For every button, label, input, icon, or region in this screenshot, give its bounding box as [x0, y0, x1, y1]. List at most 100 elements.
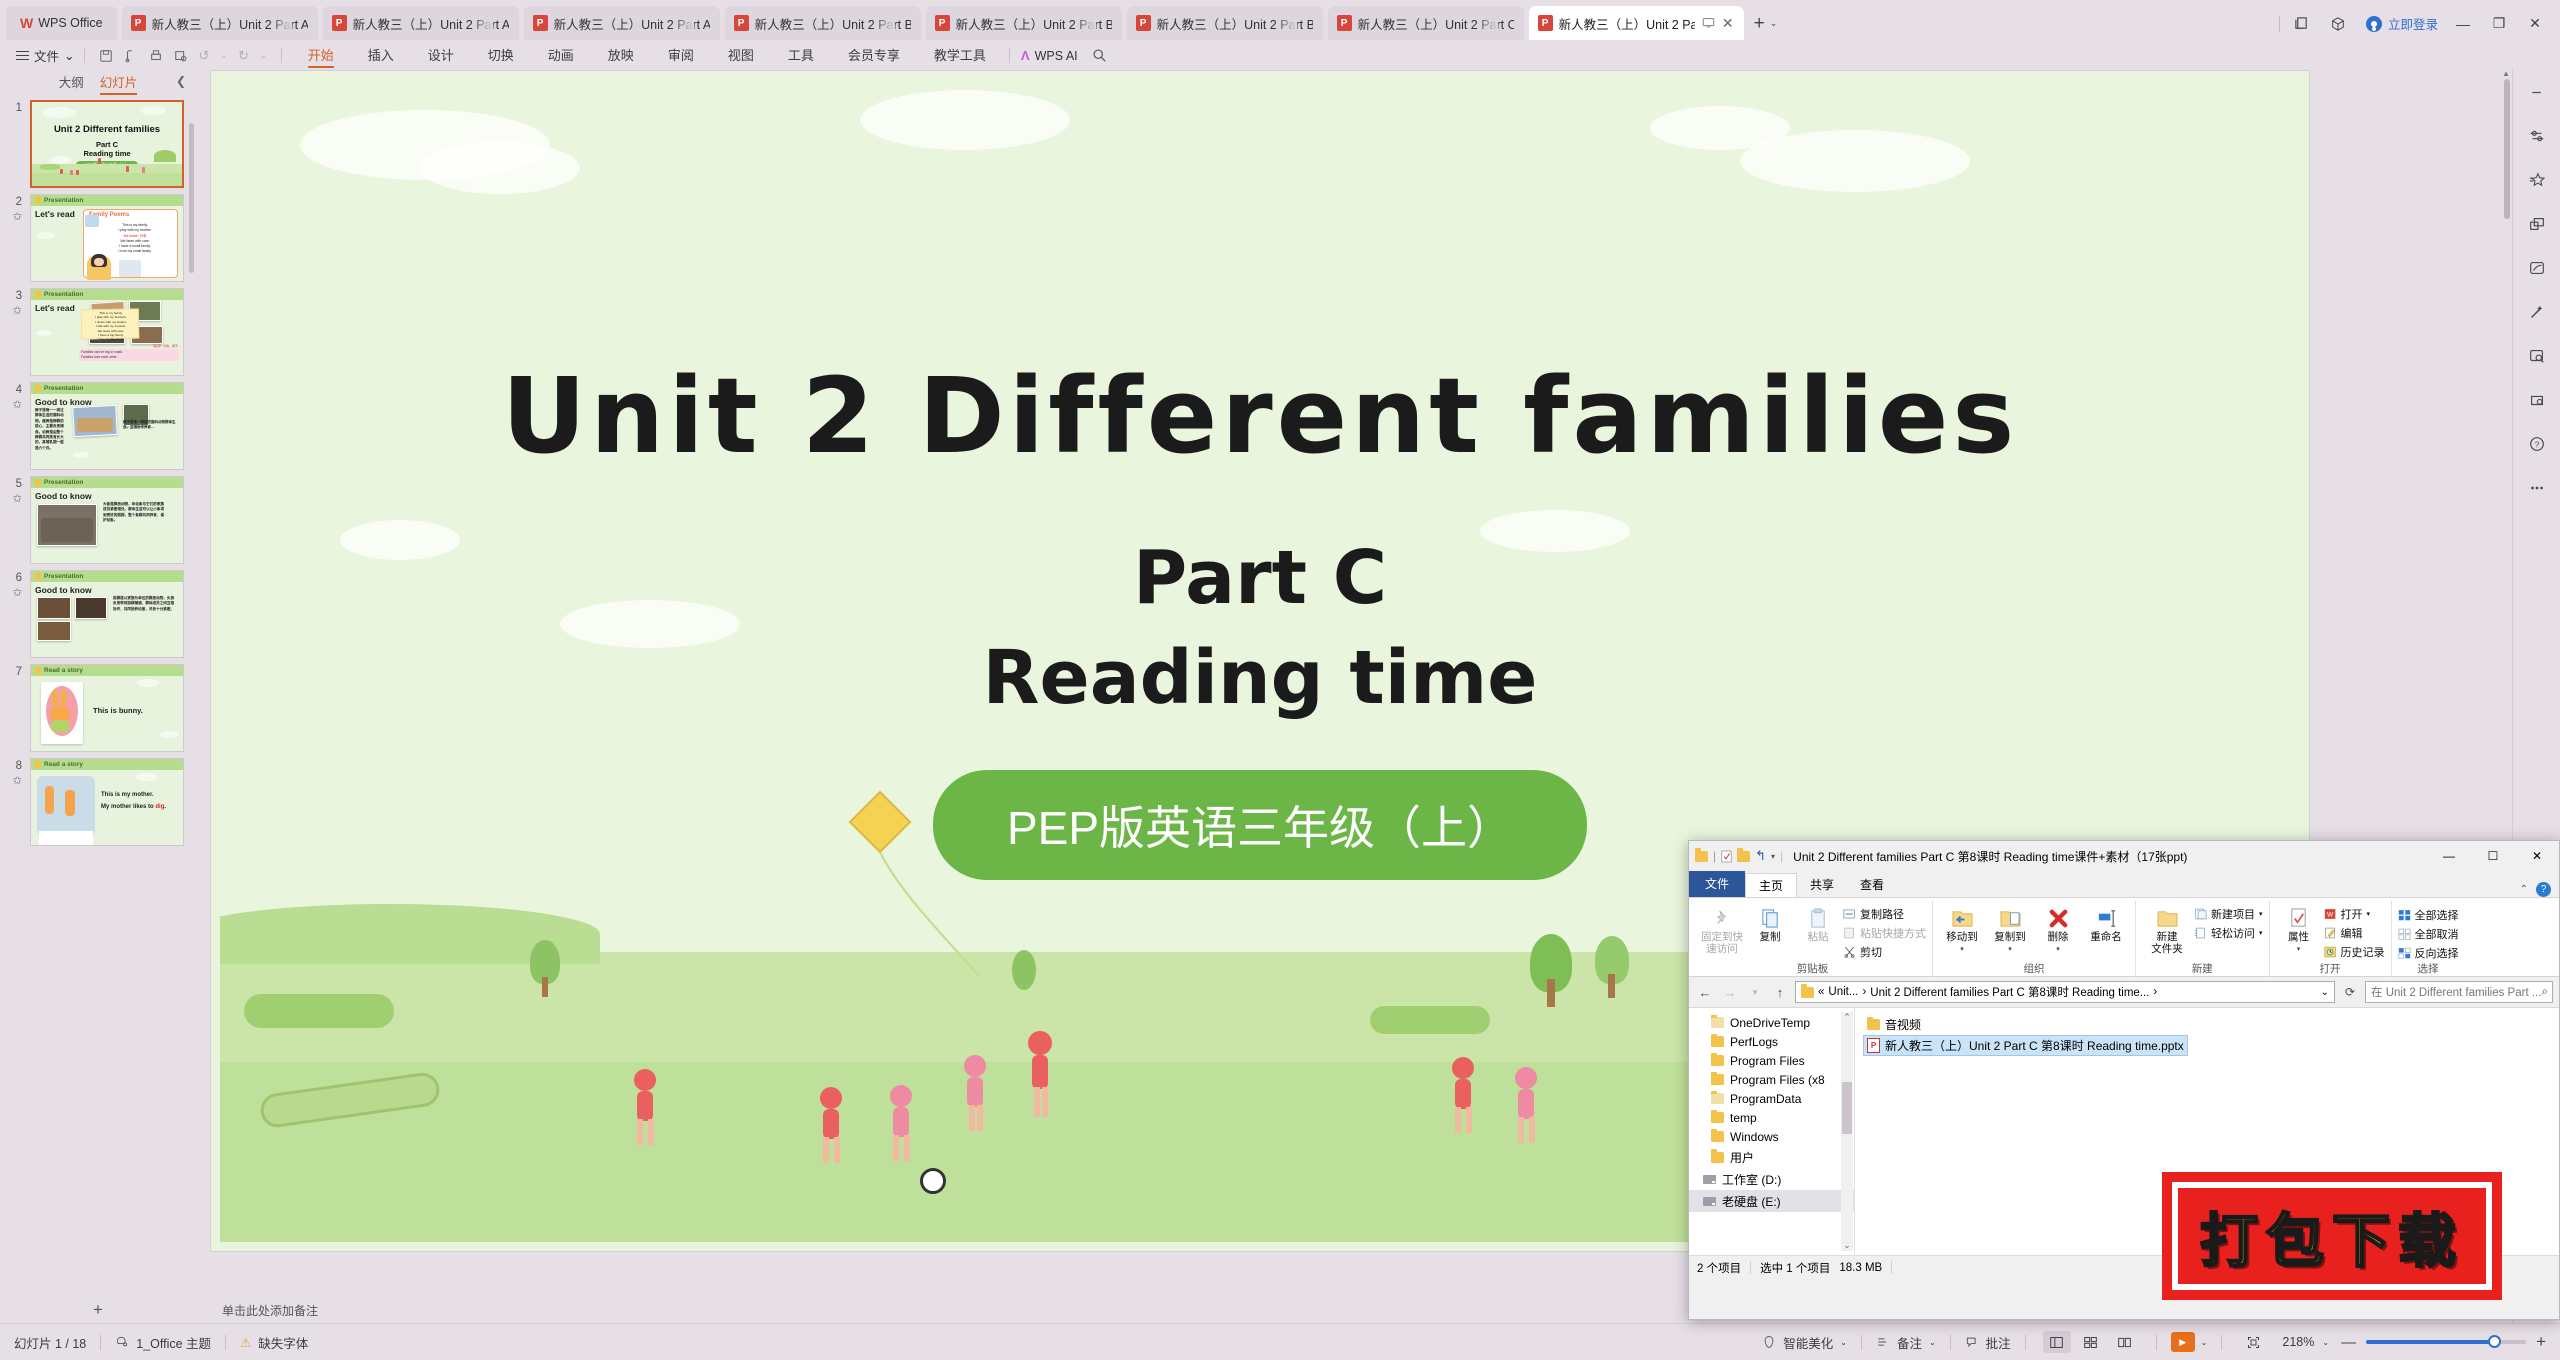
tab-outline[interactable]: 大纲 — [59, 72, 84, 91]
tab-review[interactable]: 审阅 — [651, 42, 711, 69]
save-icon[interactable] — [99, 49, 113, 63]
tab-insert[interactable]: 插入 — [351, 42, 411, 69]
leaf-design-icon[interactable] — [2522, 253, 2552, 283]
login-button[interactable]: 立即登录 — [2365, 14, 2438, 33]
breadcrumb-caret-icon[interactable]: ⌄ — [2321, 987, 2329, 998]
new-folder-button[interactable]: 新建 文件夹 — [2142, 901, 2192, 955]
properties-button[interactable]: 属性 ▾ — [2276, 901, 2322, 953]
breadcrumb-2[interactable]: Unit 2 Different families Part C 第8课时 Re… — [1870, 984, 2149, 1000]
document-tab[interactable]: P 新人教三（上）Unit 2 Part C 第7课时 — [1327, 6, 1524, 40]
explorer-nav-pane[interactable]: OneDriveTemp PerfLogs Program Files Prog… — [1689, 1008, 1855, 1255]
add-slide-button[interactable]: + — [0, 1297, 196, 1323]
minimize-window-button[interactable]: — — [2452, 16, 2474, 32]
edit-button[interactable]: 编辑 — [2324, 925, 2385, 941]
up-button[interactable]: ↑ — [1770, 985, 1790, 1000]
explorer-search-input[interactable]: 在 Unit 2 Different families Part ... ⌕ — [2365, 981, 2553, 1003]
animation-star-icon[interactable] — [2522, 165, 2552, 195]
thumbnail-item[interactable]: 6 ✩ Presentation Good to know 狼群是以家族为单位的… — [0, 567, 196, 661]
document-tab[interactable]: P 新人教三（上）Unit 2 Part B 第4课时 — [724, 6, 921, 40]
open-with-wps-button[interactable]: W 打开 ▾ — [2324, 906, 2385, 922]
move-to-button[interactable]: 移动到 ▾ — [1939, 901, 1985, 953]
caret-icon[interactable]: ▾ — [1960, 945, 1964, 953]
image-search-icon[interactable] — [2522, 341, 2552, 371]
new-folder-icon[interactable] — [1737, 848, 1751, 862]
nav-item[interactable]: PerfLogs — [1689, 1032, 1854, 1051]
minimize-panel-icon[interactable] — [2522, 77, 2552, 107]
thumbnail-item[interactable]: 4 ✩ Presentation Good to know 狮子是唯一一类过群体… — [0, 379, 196, 473]
caret-icon[interactable]: ▾ — [2008, 945, 2012, 953]
new-tab-icon[interactable]: + — [1754, 14, 1765, 33]
quick-access-more-icon[interactable]: ⌄ — [260, 51, 267, 60]
slide-thumbnail-3[interactable]: Presentation Let's read This is my famil… — [30, 288, 184, 376]
zoom-caret-icon[interactable]: ⌄ — [2322, 1338, 2329, 1347]
undo-caret-icon[interactable]: ⌄ — [220, 51, 227, 60]
tab-start[interactable]: 开始 — [291, 42, 351, 69]
explorer-tab-view[interactable]: 查看 — [1847, 873, 1897, 897]
thumbnail-scrollbar[interactable] — [189, 123, 194, 273]
beautify-button[interactable]: 智能美化 ⌄ — [1762, 1333, 1847, 1352]
refresh-button[interactable]: ⟳ — [2340, 985, 2360, 999]
zoom-level-label[interactable]: 218% — [2282, 1335, 2314, 1349]
wps-office-logo[interactable]: W WPS Office — [6, 6, 117, 40]
view-reading-button[interactable] — [2111, 1331, 2139, 1353]
slide-thumbnail-7[interactable]: Read a story This is bunny. — [30, 664, 184, 752]
view-sorter-button[interactable] — [2077, 1331, 2105, 1353]
explorer-minimize-button[interactable]: — — [2427, 842, 2471, 871]
customize-caret-icon[interactable]: ▾ — [1771, 852, 1775, 861]
nav-item[interactable]: ProgramData — [1689, 1089, 1854, 1108]
notes-button[interactable]: 备注 ⌄ — [1876, 1333, 1936, 1352]
document-tab[interactable]: P 新人教三（上）Unit 2 Part A 第2课时 — [322, 6, 519, 40]
file-list-item[interactable]: 音视频 — [1863, 1014, 1925, 1035]
breadcrumb-1[interactable]: Unit... — [1828, 986, 1858, 998]
breadcrumb-bar[interactable]: « Unit... › Unit 2 Different families Pa… — [1795, 981, 2335, 1003]
cube-icon[interactable] — [2330, 16, 2352, 32]
slideshow-caret-icon[interactable]: ⌄ — [2201, 1338, 2208, 1347]
print-preview-icon[interactable] — [174, 49, 188, 63]
paste-shortcut-button[interactable]: 粘贴快捷方式 — [1843, 925, 1926, 941]
collapse-ribbon-icon[interactable]: ⌃ — [2520, 884, 2528, 895]
delete-button[interactable]: 删除 ▾ — [2035, 901, 2081, 953]
tab-design[interactable]: 设计 — [411, 42, 471, 69]
nav-item[interactable]: OneDriveTemp — [1689, 1013, 1854, 1032]
document-tab-active[interactable]: P 新人教三（上）Unit 2 Part C ✕ — [1528, 6, 1744, 40]
print-icon[interactable] — [149, 49, 163, 63]
search-icon[interactable] — [1092, 48, 1107, 63]
scroll-down-icon[interactable]: ⌄ — [1841, 1240, 1853, 1251]
easy-access-button[interactable]: 轻松访问 ▾ — [2194, 925, 2263, 941]
nav-item[interactable]: Program Files (x8 — [1689, 1070, 1854, 1089]
tab-transitions[interactable]: 切换 — [471, 42, 531, 69]
thumbnail-item[interactable]: 7 Read a story This is bunny. — [0, 661, 196, 755]
caret-icon[interactable]: ▾ — [2297, 945, 2301, 953]
scroll-up-icon[interactable]: ⌃ — [1841, 1012, 1853, 1023]
explorer-tab-share[interactable]: 共享 — [1797, 873, 1847, 897]
slide-thumbnail-6[interactable]: Presentation Good to know 狼群是以家族为单位的群居动物… — [30, 570, 184, 658]
zoom-in-button[interactable]: + — [2536, 1332, 2546, 1352]
thumbnail-item[interactable]: 2 ✩ Presentation Let's read Family Poems… — [0, 191, 196, 285]
wps-ai-button[interactable]: Λ WPS AI — [1021, 48, 1078, 63]
thumbnail-item[interactable]: 8 ✩ Read a story This is my mother. My m… — [0, 755, 196, 849]
magic-wand-icon[interactable] — [2522, 297, 2552, 327]
nav-scrollbar[interactable]: ⌃ ⌄ — [1841, 1012, 1853, 1251]
missing-font-warning[interactable]: ⚠ 缺失字体 — [240, 1333, 308, 1352]
file-list-item-selected[interactable]: P 新人教三（上）Unit 2 Part C 第8课时 Reading time… — [1863, 1035, 2188, 1056]
select-all-button[interactable]: 全部选择 — [2398, 907, 2459, 923]
nav-item[interactable]: temp — [1689, 1108, 1854, 1127]
tab-list-icon[interactable] — [2294, 16, 2316, 31]
back-button[interactable]: ← — [1695, 985, 1715, 1000]
present-monitor-icon[interactable] — [1701, 16, 1716, 30]
tab-slides[interactable]: 幻灯片 — [99, 72, 137, 95]
help-icon[interactable]: ? — [2536, 882, 2551, 897]
zoom-slider[interactable] — [2366, 1335, 2527, 1348]
tab-slideshow[interactable]: 放映 — [591, 42, 651, 69]
copy-to-button[interactable]: 复制到 ▾ — [1987, 901, 2033, 953]
comment-button[interactable]: 批注 — [1965, 1333, 2011, 1352]
restore-window-button[interactable]: ❐ — [2488, 15, 2510, 32]
history-button[interactable]: 历史记录 — [2323, 944, 2385, 960]
properties-check-icon[interactable] — [1721, 850, 1732, 863]
tab-member[interactable]: 会员专享 — [831, 42, 917, 69]
recent-locations-button[interactable]: ▾ — [1745, 987, 1765, 998]
undo-icon[interactable]: ↰ — [1755, 848, 1766, 864]
close-tab-icon[interactable]: ✕ — [1722, 16, 1734, 30]
download-stamp-overlay[interactable]: 打包下载 — [2162, 1172, 2502, 1300]
thumbnail-item[interactable]: 3 ✩ Presentation Let's read This is my f… — [0, 285, 196, 379]
